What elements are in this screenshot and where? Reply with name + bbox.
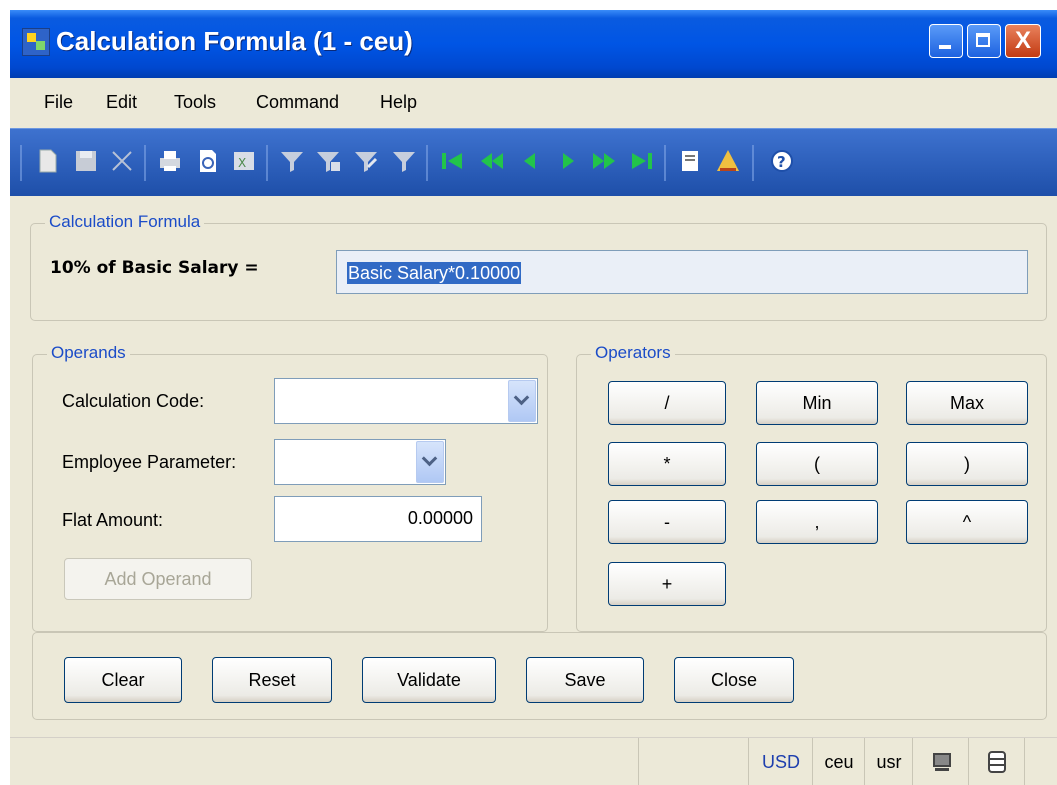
- app-icon: [22, 28, 50, 56]
- status-database[interactable]: [968, 738, 1025, 785]
- calculation-code-select[interactable]: [274, 378, 538, 424]
- menu-tools[interactable]: Tools: [174, 92, 216, 113]
- notes-icon[interactable]: [676, 147, 704, 175]
- operator-max-button[interactable]: Max: [906, 381, 1028, 425]
- chevron-down-icon[interactable]: [416, 441, 444, 483]
- status-company[interactable]: ceu: [812, 738, 865, 785]
- previous-record-icon[interactable]: [516, 147, 544, 175]
- export-excel-icon[interactable]: X: [230, 147, 258, 175]
- menu-command[interactable]: Command: [256, 92, 339, 113]
- operator-multiply-button[interactable]: *: [608, 442, 726, 486]
- next-page-icon[interactable]: [590, 147, 618, 175]
- previous-page-icon[interactable]: [478, 147, 506, 175]
- status-message: [638, 738, 749, 785]
- print-icon[interactable]: [156, 147, 184, 175]
- operator-min-button[interactable]: Min: [756, 381, 878, 425]
- validate-button[interactable]: Validate: [362, 657, 496, 703]
- close-icon: X: [1014, 27, 1031, 54]
- employee-parameter-label: Employee Parameter:: [62, 452, 237, 472]
- close-window-button[interactable]: X: [1005, 24, 1041, 58]
- add-operand-button[interactable]: Add Operand: [64, 558, 252, 600]
- last-record-icon[interactable]: [628, 147, 656, 175]
- delete-icon[interactable]: [108, 147, 136, 175]
- svg-text:?: ?: [777, 153, 786, 171]
- menu-edit[interactable]: Edit: [106, 92, 137, 113]
- filter-add-icon[interactable]: [314, 147, 342, 175]
- alert-icon[interactable]: [714, 147, 742, 175]
- database-icon: [988, 751, 1006, 773]
- clear-button[interactable]: Clear: [64, 657, 182, 703]
- calculation-formula-legend: Calculation Formula: [45, 212, 205, 232]
- minimize-button[interactable]: [929, 24, 963, 58]
- monitor-icon: [933, 753, 951, 771]
- filter-icon[interactable]: [278, 147, 306, 175]
- operator-plus-button[interactable]: +: [608, 562, 726, 606]
- flat-amount-field[interactable]: 0.00000: [274, 496, 482, 542]
- save-button[interactable]: Save: [526, 657, 644, 703]
- title-bar[interactable]: Calculation Formula (1 - ceu) X: [10, 10, 1057, 78]
- menu-file[interactable]: File: [44, 92, 73, 113]
- operator-divide-button[interactable]: /: [608, 381, 726, 425]
- chevron-down-icon[interactable]: [508, 380, 536, 422]
- calculation-code-label: Calculation Code:: [62, 391, 205, 411]
- reset-button[interactable]: Reset: [212, 657, 332, 703]
- menu-bar: File Edit Tools Command Help: [10, 78, 1057, 128]
- operator-open-paren-button[interactable]: (: [756, 442, 878, 486]
- help-icon[interactable]: ?: [768, 147, 796, 175]
- resize-grip[interactable]: [1024, 738, 1057, 785]
- employee-parameter-select[interactable]: [274, 439, 446, 485]
- close-button[interactable]: Close: [674, 657, 794, 703]
- calculation-formula-window: Calculation Formula (1 - ceu) X File Edi…: [10, 10, 1057, 785]
- operator-power-button[interactable]: ^: [906, 500, 1028, 544]
- menu-help[interactable]: Help: [380, 92, 417, 113]
- save-icon[interactable]: [72, 147, 100, 175]
- status-monitor[interactable]: [912, 738, 969, 785]
- maximize-icon: [976, 33, 990, 47]
- operands-legend: Operands: [47, 343, 130, 363]
- filter-remove-icon[interactable]: [390, 147, 418, 175]
- filter-edit-icon[interactable]: [352, 147, 380, 175]
- formula-field[interactable]: Basic Salary*0.10000: [336, 250, 1028, 294]
- status-currency[interactable]: USD: [748, 738, 813, 785]
- new-icon[interactable]: [34, 147, 62, 175]
- operator-minus-button[interactable]: -: [608, 500, 726, 544]
- formula-label: 10% of Basic Salary =: [50, 258, 259, 278]
- svg-text:X: X: [238, 156, 246, 170]
- print-preview-icon[interactable]: [194, 147, 222, 175]
- first-record-icon[interactable]: [438, 147, 466, 175]
- window-title: Calculation Formula (1 - ceu): [56, 26, 413, 56]
- maximize-button[interactable]: [967, 24, 1001, 58]
- formula-value: Basic Salary*0.10000: [347, 262, 522, 284]
- operator-comma-button[interactable]: ,: [756, 500, 878, 544]
- minimize-icon: [939, 45, 951, 49]
- flat-amount-label: Flat Amount:: [62, 510, 164, 530]
- next-record-icon[interactable]: [554, 147, 582, 175]
- operator-close-paren-button[interactable]: ): [906, 442, 1028, 486]
- toolbar: X ?: [10, 128, 1057, 196]
- status-bar: USD ceu usr: [10, 737, 1057, 785]
- status-user[interactable]: usr: [864, 738, 913, 785]
- operators-legend: Operators: [591, 343, 675, 363]
